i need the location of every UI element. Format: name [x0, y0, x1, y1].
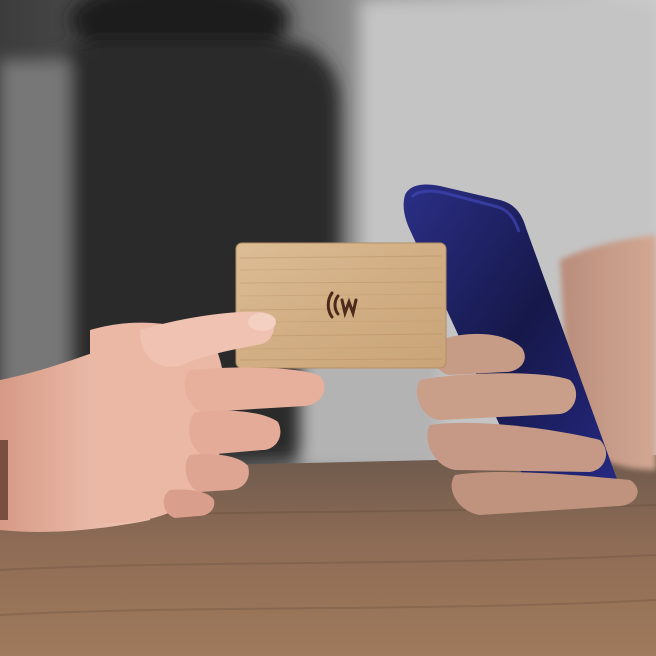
wooden-nfc-card	[235, 242, 447, 369]
photo-illustration	[0, 0, 656, 656]
photo-scene	[0, 0, 656, 656]
